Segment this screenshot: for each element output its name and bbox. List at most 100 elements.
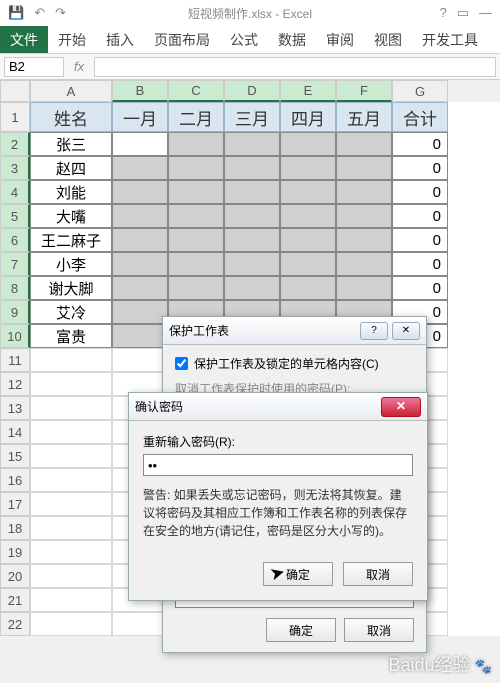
select-all-corner[interactable] [0,80,30,102]
cancel-button[interactable]: 取消 [343,562,413,586]
header-month[interactable]: 一月 [112,102,168,132]
row-header[interactable]: 1 [0,102,30,132]
cell[interactable] [168,156,224,180]
row-header[interactable]: 19 [0,540,30,564]
header-month[interactable]: 三月 [224,102,280,132]
cell[interactable] [112,348,168,372]
ok-button[interactable]: 确定 [266,618,336,642]
cell[interactable] [224,252,280,276]
cell[interactable] [168,228,224,252]
cell[interactable] [224,156,280,180]
row-header[interactable]: 10 [0,324,30,348]
cell-name[interactable]: 谢大脚 [30,276,112,300]
cell[interactable] [168,276,224,300]
header-month[interactable]: 四月 [280,102,336,132]
row-header[interactable]: 8 [0,276,30,300]
tab-review[interactable]: 审阅 [316,26,364,53]
row-header[interactable]: 2 [0,132,30,156]
undo-icon[interactable]: ↶ [34,5,45,21]
cell[interactable] [112,204,168,228]
cell[interactable] [280,252,336,276]
header-total[interactable]: 合计 [392,102,448,132]
cell-total[interactable]: 0 [392,276,448,300]
cell[interactable] [224,180,280,204]
checkbox-icon[interactable] [175,357,188,370]
cell[interactable] [112,156,168,180]
protect-contents-checkbox[interactable]: 保护工作表及锁定的单元格内容(C) [175,355,414,372]
cell[interactable] [112,252,168,276]
cell[interactable] [224,276,280,300]
cell-total[interactable]: 0 [392,204,448,228]
row-header[interactable]: 3 [0,156,30,180]
row-header[interactable]: 21 [0,588,30,612]
cell[interactable] [30,396,112,420]
tab-insert[interactable]: 插入 [96,26,144,53]
cell[interactable] [336,156,392,180]
row-header[interactable]: 16 [0,468,30,492]
col-header-g[interactable]: G [392,80,448,102]
cell[interactable] [336,204,392,228]
cell[interactable] [336,228,392,252]
row-header[interactable]: 11 [0,348,30,372]
tab-data[interactable]: 数据 [268,26,316,53]
cell[interactable] [30,588,112,612]
help-button[interactable]: ? [360,322,388,340]
cell[interactable] [168,132,224,156]
cell[interactable] [30,420,112,444]
tab-file[interactable]: 文件 [0,26,48,53]
row-header[interactable]: 15 [0,444,30,468]
cell[interactable] [112,276,168,300]
tab-formulas[interactable]: 公式 [220,26,268,53]
cell[interactable] [168,252,224,276]
row-header[interactable]: 13 [0,396,30,420]
tab-developer[interactable]: 开发工具 [412,26,488,53]
col-header-e[interactable]: E [280,80,336,102]
cell[interactable] [30,468,112,492]
cell[interactable] [336,132,392,156]
cell[interactable] [30,612,112,636]
row-header[interactable]: 9 [0,300,30,324]
cell-name[interactable]: 富贵 [30,324,112,348]
cell[interactable] [112,612,168,636]
cell[interactable] [336,276,392,300]
redo-icon[interactable]: ↷ [55,5,66,21]
cell-name[interactable]: 大嘴 [30,204,112,228]
cell[interactable] [168,204,224,228]
cell[interactable] [224,132,280,156]
cell[interactable] [280,204,336,228]
cell[interactable] [112,228,168,252]
cell[interactable] [280,132,336,156]
cell[interactable] [280,180,336,204]
row-header[interactable]: 22 [0,612,30,636]
cell-total[interactable]: 0 [392,180,448,204]
cell-name[interactable]: 王二麻子 [30,228,112,252]
row-header[interactable]: 17 [0,492,30,516]
header-month[interactable]: 二月 [168,102,224,132]
cancel-button[interactable]: 取消 [344,618,414,642]
col-header-d[interactable]: D [224,80,280,102]
close-button[interactable]: ✕ [381,397,421,417]
cell[interactable] [30,348,112,372]
cell[interactable] [30,540,112,564]
cell-name[interactable]: 赵四 [30,156,112,180]
cell[interactable] [30,372,112,396]
cell[interactable] [224,228,280,252]
header-month[interactable]: 五月 [336,102,392,132]
cell[interactable] [30,564,112,588]
name-box[interactable]: B2 [4,57,64,77]
tab-home[interactable]: 开始 [48,26,96,53]
cell[interactable] [112,324,168,348]
cell[interactable] [280,156,336,180]
row-header[interactable]: 4 [0,180,30,204]
col-header-a[interactable]: A [30,80,112,102]
fx-icon[interactable]: fx [64,59,94,74]
header-name[interactable]: 姓名 [30,102,112,132]
row-header[interactable]: 14 [0,420,30,444]
row-header[interactable]: 12 [0,372,30,396]
minimize-icon[interactable]: — [479,5,492,21]
cell-name[interactable]: 张三 [30,132,112,156]
cell-name[interactable]: 小李 [30,252,112,276]
formula-input[interactable] [94,57,496,77]
cell[interactable] [112,180,168,204]
cell[interactable] [280,228,336,252]
